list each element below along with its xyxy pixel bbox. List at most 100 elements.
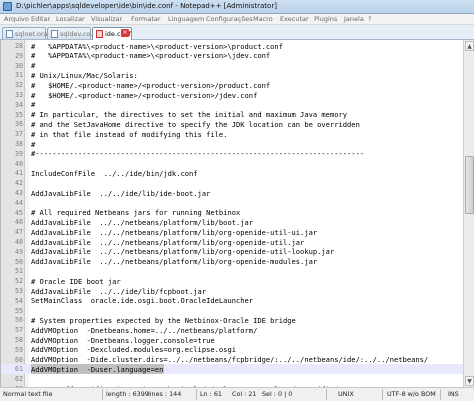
line-number: 35 [15, 110, 23, 119]
editor-line[interactable]: 32 # $HOME/.<product-name>/<product-versi… [1, 80, 463, 90]
tab-ide-conf[interactable]: ide.conf × [92, 27, 132, 40]
menu-item[interactable]: Plugins [314, 15, 337, 23]
status-bar: Normal text file length : 6399 lines : 1… [0, 387, 474, 401]
editor-line[interactable]: 57 AddVMOption -Dnetbeans.home=../../netb… [1, 325, 463, 335]
status-sel: Sel : 0 | 0 [262, 390, 293, 398]
editor-line[interactable]: 36 # and the SetJavaHome directive to spe… [1, 119, 463, 129]
comment-text: # in that file instead of modifying this… [31, 129, 228, 139]
editor-line[interactable]: 47 AddJavaLibFile ../../netbeans/platform… [1, 227, 463, 237]
code-text: IncludeConfFile ../../ide/bin/jdk.conf [31, 168, 198, 178]
comment-text: # [31, 100, 36, 110]
status-encoding: UTF-8 w/o BOM [387, 390, 436, 398]
line-number: 55 [15, 306, 23, 315]
editor-line[interactable]: 49 AddJavaLibFile ../../netbeans/platform… [1, 247, 463, 257]
comment-text: # [31, 61, 36, 71]
editor-line[interactable]: 30 # [1, 61, 463, 71]
menu-item[interactable]: Macro [253, 15, 273, 23]
line-number: 38 [15, 140, 23, 148]
comment-text: # and the SetJavaHome directive to speci… [31, 119, 360, 129]
line-number: 59 [15, 345, 23, 354]
line-number: 49 [15, 247, 23, 256]
scroll-down-arrow-icon[interactable]: ▼ [465, 376, 474, 386]
unsaved-file-icon [96, 30, 103, 38]
code-text: SetMainClass oracle.ide.osgi.boot.Oracle… [31, 296, 254, 306]
menu-item[interactable]: ? [368, 15, 371, 23]
editor-line[interactable]: 39 #-------------------------------------… [1, 149, 463, 159]
editor-line[interactable]: 42 [1, 178, 463, 188]
editor-line[interactable]: 31 # Unix/Linux/Mac/Solaris: [1, 70, 463, 80]
editor-line[interactable]: 56 # System properties expected by the Ne… [1, 315, 463, 325]
comment-text: #---------------------------------------… [31, 149, 365, 159]
line-number: 51 [15, 267, 23, 276]
editor-line[interactable]: 35 # In particular, the directives to set… [1, 110, 463, 120]
code-text: AddVMOption -Dnetbeans.home=../../netbea… [31, 325, 258, 335]
comment-text: # [31, 139, 36, 149]
comment-text: # Unix/Linux/Mac/Solaris: [31, 70, 138, 80]
editor-line[interactable]: 52 # Oracle IDE boot jar [1, 276, 463, 286]
editor-line[interactable]: 34 # [1, 100, 463, 110]
editor-line[interactable]: 60 AddVMOption -Dide.cluster.dirs=../../n… [1, 355, 463, 365]
editor-line[interactable]: 44 [1, 198, 463, 208]
code-text: AddJavaLibFile ../../netbeans/platform/l… [31, 247, 335, 257]
editor-line[interactable]: 58 AddVMOption -Dnetbeans.logger.console=… [1, 335, 463, 345]
editor-line[interactable]: 41 IncludeConfFile ../../ide/bin/jdk.conf [1, 168, 463, 178]
line-number: 46 [15, 218, 23, 227]
editor-line[interactable]: 43 AddJavaLibFile ../../ide/lib/ide-boot.… [1, 188, 463, 198]
menu-item[interactable]: Linguagem [168, 15, 204, 23]
editor-line[interactable]: 53 AddJavaLibFile ../../ide/lib/fcpboot.j… [1, 286, 463, 296]
saved-file-icon [51, 30, 58, 38]
editor-line[interactable]: 29 # %APPDATA%\<product-name>\<product-ve… [1, 51, 463, 61]
editor-line[interactable]: 37 # in that file instead of modifying th… [1, 129, 463, 139]
menu-item[interactable]: Executar [280, 15, 309, 23]
line-number: 32 [15, 81, 23, 90]
editor-line[interactable]: 54 SetMainClass oracle.ide.osgi.boot.Orac… [1, 296, 463, 306]
editor-line[interactable]: 50 AddJavaLibFile ../../netbeans/platform… [1, 257, 463, 267]
editor-line[interactable]: 28 # %APPDATA%\<product-name>\<product-ve… [1, 41, 463, 51]
scroll-up-arrow-icon[interactable]: ▲ [465, 41, 474, 51]
saved-file-icon [6, 30, 13, 38]
line-number: 44 [15, 198, 23, 207]
scrollbar-thumb[interactable] [465, 156, 474, 214]
menu-item[interactable]: Editar [31, 15, 50, 23]
comment-text: # %APPDATA%\<product-name>\<product-vers… [31, 51, 271, 61]
comment-text: # System properties expected by the Netb… [31, 315, 296, 325]
editor-line[interactable]: 40 [1, 159, 463, 169]
line-number: 31 [15, 71, 23, 80]
vertical-scrollbar[interactable]: ▲ ▼ [463, 40, 474, 387]
status-lines: lines : 144 [148, 390, 182, 398]
line-number: 56 [15, 316, 23, 325]
editor-line[interactable]: 33 # $HOME/.<product-name>/<product-versi… [1, 90, 463, 100]
line-number: 30 [15, 61, 23, 70]
line-number: 40 [15, 159, 23, 168]
editor-line[interactable]: 51 [1, 266, 463, 276]
line-number: 54 [15, 296, 23, 305]
editor-line[interactable]: 61 AddVMOption -Duser.language=en [1, 364, 463, 375]
tab-sqlnet-ora[interactable]: sqlnet.ora [2, 27, 48, 39]
tab-label: sqlnet.ora [15, 30, 48, 38]
menu-item[interactable]: Arquivo [4, 15, 29, 23]
status-insert-mode[interactable]: INS [448, 390, 459, 398]
editor-line[interactable]: 59 AddVMOption -Dexcluded.modules=org.ecl… [1, 345, 463, 355]
code-text: AddVMOption -Dexcluded.modules=org.eclip… [31, 345, 236, 355]
line-number: 34 [15, 100, 23, 109]
editor-line[interactable]: 48 AddJavaLibFile ../../netbeans/platform… [1, 237, 463, 247]
tab-sqldev-conf[interactable]: sqldev.co... [47, 27, 97, 39]
window-title: D:\pichler\apps\sqldeveloper\ide\bin\ide… [16, 2, 277, 10]
line-number: 36 [15, 120, 23, 129]
menu-item[interactable]: Janela [344, 15, 364, 23]
editor-line[interactable]: 55 [1, 306, 463, 316]
editor-line[interactable]: 45 # All required Netbeans jars for runni… [1, 208, 463, 218]
editor-line[interactable]: 38 # [1, 139, 463, 149]
line-number: 42 [15, 179, 23, 188]
menu-item[interactable]: Localizar [56, 15, 85, 23]
text-editor[interactable]: 28 # %APPDATA%\<product-name>\<product-ve… [0, 40, 463, 387]
close-tab-icon[interactable]: × [121, 29, 129, 37]
menu-item[interactable]: Configurações [206, 15, 253, 23]
editor-line[interactable]: 62 [1, 374, 463, 384]
notepad-plus-plus-icon [3, 2, 12, 11]
editor-line[interactable]: 46 AddJavaLibFile ../../netbeans/platform… [1, 217, 463, 227]
comment-text: # $HOME/.<product-name>/<product-version… [31, 90, 258, 100]
menu-item[interactable]: Visualizar [91, 15, 122, 23]
line-number: 50 [15, 257, 23, 266]
menu-item[interactable]: Formatar [131, 15, 161, 23]
